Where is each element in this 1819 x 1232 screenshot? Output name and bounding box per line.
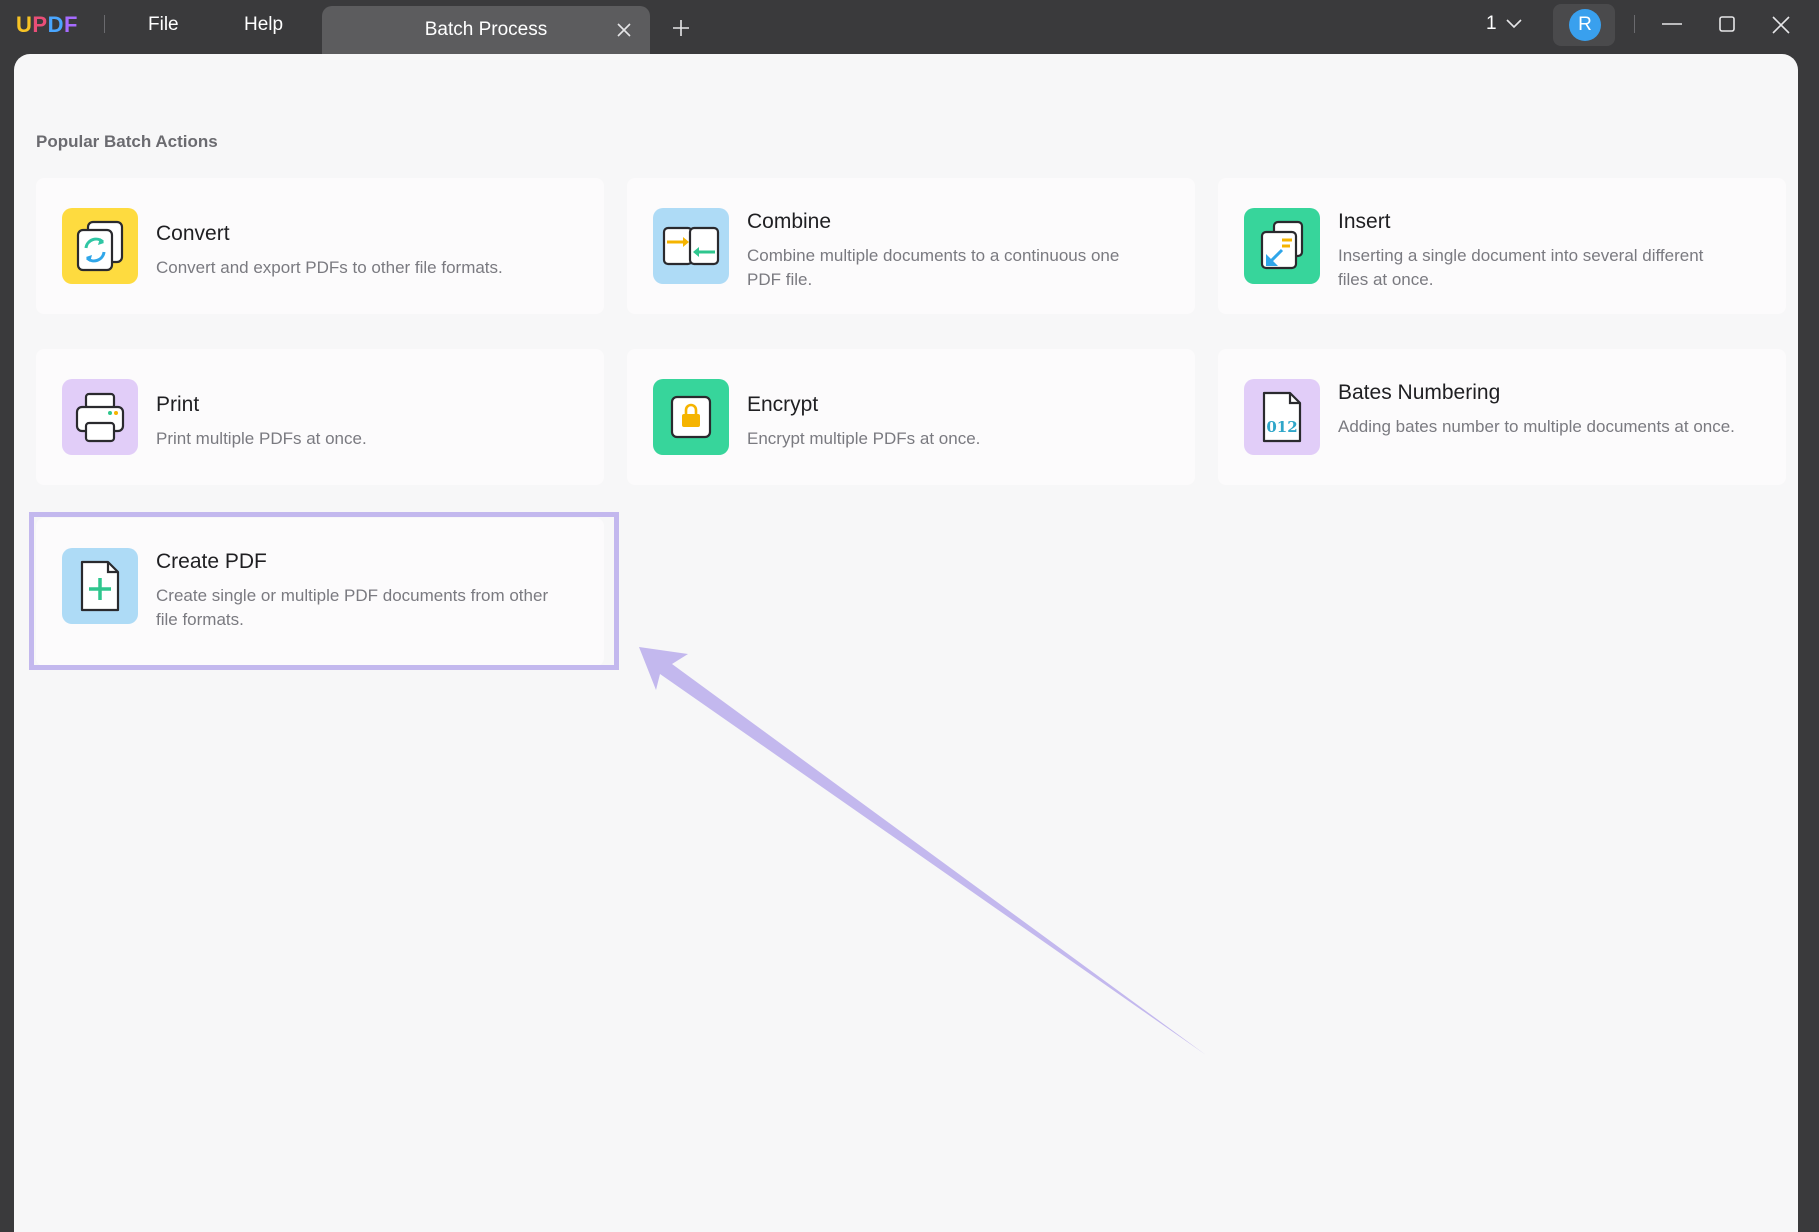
card-title: Create PDF xyxy=(156,550,267,573)
card-convert[interactable]: Convert Convert and export PDFs to other… xyxy=(36,178,604,314)
card-title: Convert xyxy=(156,222,230,245)
card-insert[interactable]: Insert Inserting a single document into … xyxy=(1218,178,1786,314)
card-create-pdf[interactable]: Create PDF Create single or multiple PDF… xyxy=(36,518,604,666)
card-title: Bates Numbering xyxy=(1338,381,1501,404)
card-title: Encrypt xyxy=(747,393,819,416)
logo-letter-u: U xyxy=(16,12,33,37)
close-window-icon[interactable] xyxy=(1770,14,1792,36)
updf-logo[interactable]: UPDF xyxy=(16,12,78,38)
card-title: Insert xyxy=(1338,210,1391,233)
tab-batch-process[interactable]: Batch Process xyxy=(322,6,650,54)
card-description: Print multiple PDFs at once. xyxy=(156,429,367,448)
card-description: Encrypt multiple PDFs at once. xyxy=(747,429,981,448)
lock-icon xyxy=(653,379,729,455)
menu-help[interactable]: Help xyxy=(244,14,283,36)
page-switcher[interactable]: 1 xyxy=(1486,12,1528,36)
plus-icon[interactable] xyxy=(672,19,690,37)
avatar: R xyxy=(1569,9,1601,41)
title-bar-divider xyxy=(104,15,105,33)
close-icon[interactable] xyxy=(616,22,632,38)
card-title: Print xyxy=(156,393,200,416)
convert-icon xyxy=(62,208,138,284)
card-description: Create single or multiple PDF documents … xyxy=(156,586,549,629)
create-pdf-icon xyxy=(62,548,138,624)
insert-icon xyxy=(1244,208,1320,284)
card-description: Adding bates number to multiple document… xyxy=(1338,417,1735,436)
bates-number-text: 012 xyxy=(1266,418,1297,436)
card-description: Inserting a single document into several… xyxy=(1338,246,1704,289)
title-bar-divider xyxy=(1634,15,1635,33)
logo-letter-d: D xyxy=(47,12,64,37)
card-title: Combine xyxy=(747,210,832,233)
card-encrypt[interactable]: Encrypt Encrypt multiple PDFs at once. xyxy=(627,349,1195,485)
card-bates-numbering[interactable]: 012 Bates Numbering Adding bates number … xyxy=(1218,349,1786,485)
card-combine[interactable]: Combine Combine multiple documents to a … xyxy=(627,178,1195,314)
card-description: Convert and export PDFs to other file fo… xyxy=(156,258,503,277)
bates-number-icon: 012 xyxy=(1244,379,1320,455)
section-title: Popular Batch Actions xyxy=(36,132,218,151)
title-bar: UPDF File Help Batch Process 1 R xyxy=(0,0,1819,54)
minimize-icon[interactable] xyxy=(1661,14,1683,36)
card-description: Combine multiple documents to a continuo… xyxy=(747,246,1120,289)
logo-letter-f: F xyxy=(63,12,78,37)
page-switch-value: 1 xyxy=(1486,13,1497,34)
logo-letter-p: P xyxy=(32,12,48,37)
menu-file[interactable]: File xyxy=(148,14,179,36)
combine-icon xyxy=(653,208,729,284)
card-print[interactable]: Print Print multiple PDFs at once. xyxy=(36,349,604,485)
user-account-button[interactable]: R xyxy=(1553,4,1615,46)
printer-icon xyxy=(62,379,138,455)
batch-process-panel: Popular Batch Actions Convert Convert an… xyxy=(14,54,1798,1232)
chevron-down-icon xyxy=(1506,19,1522,29)
tab-label: Batch Process xyxy=(424,19,548,40)
maximize-icon[interactable] xyxy=(1716,14,1738,36)
